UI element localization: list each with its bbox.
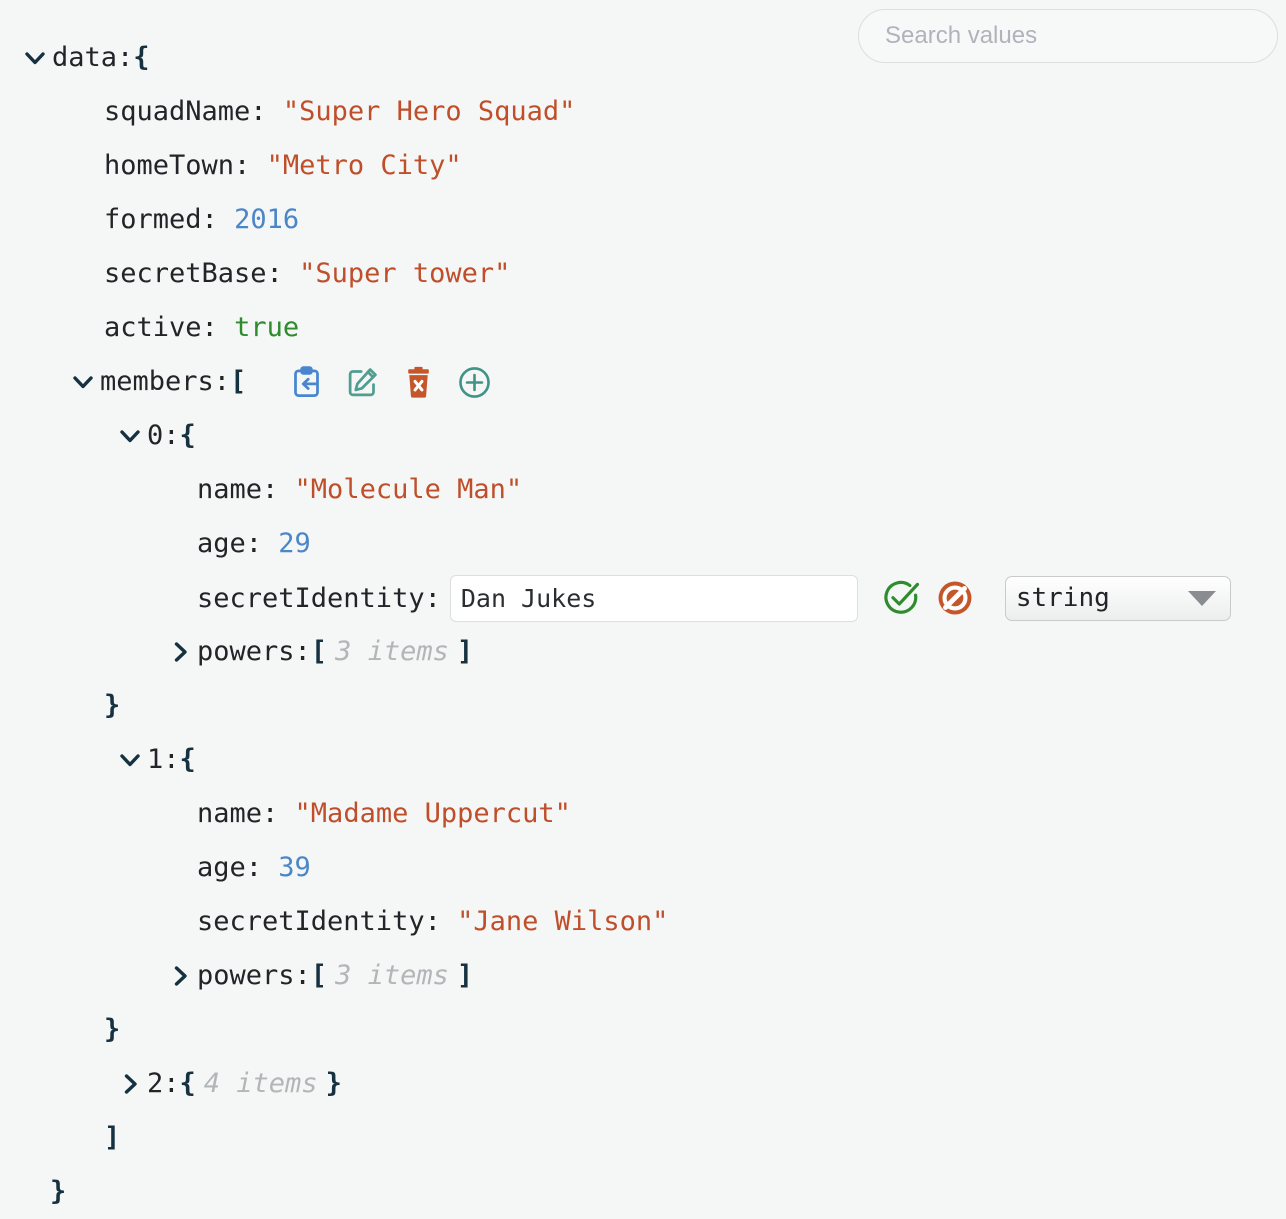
- tree-row-root[interactable]: data: {: [0, 31, 850, 85]
- brace-open: {: [179, 744, 196, 775]
- tree-value-secretBase[interactable]: "Super tower": [299, 247, 510, 301]
- chevron-right-icon[interactable]: [167, 639, 193, 665]
- tree-row-secretBase[interactable]: secretBase: "Super tower": [0, 247, 850, 301]
- tree-key-index-0: 0:: [147, 420, 180, 451]
- tree-row-member0-age[interactable]: age: 29: [0, 517, 850, 571]
- chevron-down-icon[interactable]: [117, 747, 143, 773]
- members-action-toolbar: [290, 365, 491, 399]
- tree-key-data: data:: [52, 42, 134, 73]
- tree-row-member-1[interactable]: 1: {: [0, 733, 850, 787]
- inline-edit-row: secretIdentity: string: [0, 571, 1286, 625]
- tree-row-homeTown[interactable]: homeTown: "Metro City": [0, 139, 850, 193]
- tree-value-age[interactable]: 39: [278, 841, 311, 895]
- tree-key-squadName: squadName:: [104, 96, 267, 127]
- brace-close: }: [50, 1176, 67, 1207]
- chevron-right-icon[interactable]: [167, 963, 193, 989]
- tree-value-age[interactable]: 29: [278, 517, 311, 571]
- tree-items-count: 3 items: [335, 636, 449, 667]
- brace-close: }: [104, 1014, 121, 1045]
- tree-key-age: age:: [197, 528, 263, 559]
- ban-circle-icon[interactable]: [920, 579, 974, 617]
- tree-key-secretIdentity: secretIdentity:: [197, 906, 441, 937]
- brace-open: {: [179, 1068, 196, 1099]
- bracket-close: ]: [456, 636, 474, 667]
- tree-row-root-close: }: [0, 1165, 850, 1219]
- value-edit-input[interactable]: [449, 574, 858, 622]
- tree-row-active[interactable]: active: true: [0, 301, 850, 355]
- bracket-open: [: [230, 366, 247, 397]
- tree-key-homeTown: homeTown:: [104, 150, 251, 181]
- tree-row-squadName[interactable]: squadName: "Super Hero Squad": [0, 85, 850, 139]
- tree-row-member1-name[interactable]: name: "Madame Uppercut": [0, 787, 850, 841]
- tree-row-member-0[interactable]: 0: {: [0, 409, 850, 463]
- tree-value-squadName[interactable]: "Super Hero Squad": [283, 85, 576, 139]
- chevron-down-icon: [1187, 590, 1216, 606]
- search-container: [858, 9, 1278, 63]
- bracket-close: ]: [104, 1122, 121, 1153]
- bracket-open: [: [310, 636, 328, 667]
- bracket-open: [: [310, 960, 328, 991]
- tree-key-powers: powers:: [197, 636, 311, 667]
- tree-key-active: active:: [104, 312, 218, 343]
- tree-key-age: age:: [197, 852, 263, 883]
- brace-open: {: [133, 42, 150, 73]
- tree-row-member0-name[interactable]: name: "Molecule Man": [0, 463, 850, 517]
- chevron-down-icon[interactable]: [117, 423, 143, 449]
- check-circle-icon[interactable]: [858, 579, 920, 617]
- value-type-label: string: [1015, 583, 1110, 613]
- edit-square-icon[interactable]: [346, 366, 379, 399]
- brace-close: }: [104, 690, 121, 721]
- tree-row-member1-close: }: [0, 1003, 850, 1057]
- search-input[interactable]: [858, 9, 1278, 63]
- tree-row-members[interactable]: members: [: [0, 355, 850, 409]
- tree-key-formed: formed:: [104, 204, 218, 235]
- chevron-down-icon[interactable]: [70, 369, 96, 395]
- plus-circle-icon[interactable]: [458, 366, 491, 399]
- tree-row-member1-secretIdentity[interactable]: secretIdentity: "Jane Wilson": [0, 895, 850, 949]
- brace-close: }: [325, 1068, 342, 1099]
- tree-value-active[interactable]: true: [234, 301, 299, 355]
- bracket-close: ]: [456, 960, 474, 991]
- value-type-select[interactable]: string: [1004, 575, 1231, 621]
- tree-value-secretIdentity[interactable]: "Jane Wilson": [457, 895, 668, 949]
- trash-x-icon[interactable]: [402, 366, 435, 399]
- tree-key-index-2: 2:: [147, 1068, 180, 1099]
- tree-value-homeTown[interactable]: "Metro City": [267, 139, 462, 193]
- chevron-down-icon[interactable]: [22, 45, 48, 71]
- tree-key-members: members:: [100, 366, 231, 397]
- tree-key-index-1: 1:: [147, 744, 180, 775]
- tree-key-name: name:: [197, 474, 279, 505]
- tree-row-member1-age[interactable]: age: 39: [0, 841, 850, 895]
- tree-row-members-close: ]: [0, 1111, 850, 1165]
- tree-row-member1-powers[interactable]: powers: [ 3 items ]: [0, 949, 850, 1003]
- tree-value-formed[interactable]: 2016: [234, 193, 299, 247]
- tree-row-member-2[interactable]: 2: { 4 items }: [0, 1057, 850, 1111]
- edit-row-label: secretIdentity:: [197, 582, 441, 614]
- tree-key-name: name:: [197, 798, 279, 829]
- chevron-right-icon[interactable]: [117, 1071, 143, 1097]
- brace-open: {: [179, 420, 196, 451]
- tree-row-member0-powers[interactable]: powers: [ 3 items ]: [0, 625, 850, 679]
- tree-key-powers: powers:: [197, 960, 311, 991]
- tree-value-name[interactable]: "Madame Uppercut": [295, 787, 571, 841]
- tree-items-count: 3 items: [335, 960, 449, 991]
- tree-key-secretBase: secretBase:: [104, 258, 283, 289]
- tree-row-member0-close: }: [0, 679, 850, 733]
- tree-row-formed[interactable]: formed: 2016: [0, 193, 850, 247]
- tree-items-count: 4 items: [203, 1068, 318, 1099]
- clipboard-paste-icon[interactable]: [290, 365, 323, 399]
- tree-value-name[interactable]: "Molecule Man": [295, 463, 523, 517]
